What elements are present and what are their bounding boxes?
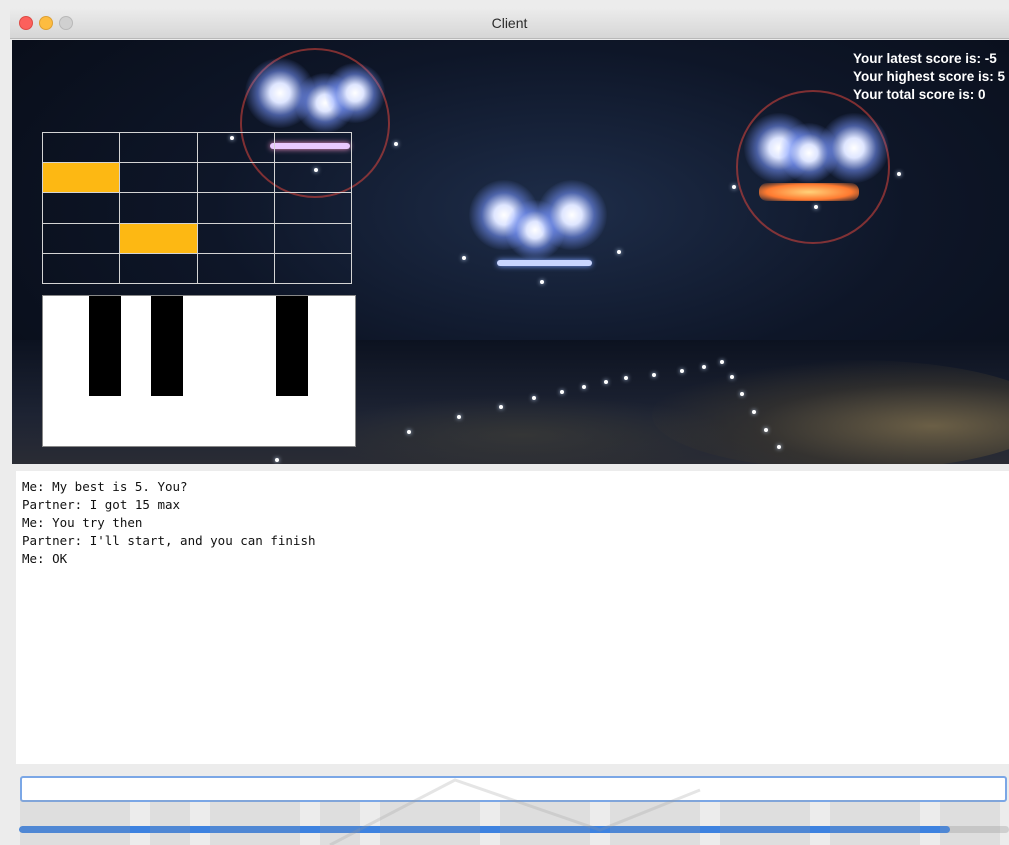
- grid-cell: [41, 252, 121, 285]
- runway-light: [582, 385, 586, 389]
- piano-black-key[interactable]: [276, 296, 308, 396]
- client-window: Client Your latest score is: -5 Your hig…: [10, 8, 1009, 845]
- note-grid: [41, 131, 353, 285]
- runway-light: [652, 373, 656, 377]
- grid-cell: [41, 192, 121, 224]
- piano-black-key[interactable]: [89, 296, 121, 396]
- progress-fill: [19, 826, 950, 833]
- chat-input[interactable]: [20, 776, 1007, 802]
- grid-cell: [196, 131, 275, 164]
- runway-light: [462, 256, 466, 260]
- grid-cell: [196, 252, 275, 285]
- runway-light: [814, 205, 818, 209]
- grid-cell: [273, 252, 353, 285]
- score-panel: Your latest score is: -5 Your highest sc…: [853, 50, 1005, 104]
- runway-light: [275, 458, 279, 462]
- piano-keyboard: [42, 295, 356, 447]
- runway-light: [720, 360, 724, 364]
- runway-light: [680, 369, 684, 373]
- chat-message: Me: OK: [22, 551, 68, 566]
- runway-light: [540, 280, 544, 284]
- runway-light: [407, 430, 411, 434]
- grid-cell: [41, 222, 121, 254]
- highest-score: Your highest score is: 5: [852, 69, 1005, 84]
- chat-message: Me: My best is 5. You?: [22, 479, 188, 494]
- runway-light: [560, 390, 564, 394]
- runway-light: [532, 396, 536, 400]
- runway-light: [457, 415, 461, 419]
- runway-light: [730, 375, 734, 379]
- runway-light: [897, 172, 901, 176]
- progress-bar: [19, 826, 1009, 833]
- grid-cell: [119, 162, 198, 194]
- grid-cell: [119, 252, 198, 285]
- chat-message: Me: You try then: [22, 515, 143, 530]
- runway-light: [617, 250, 621, 254]
- window-title: Client: [491, 15, 528, 31]
- grid-cell: [119, 192, 198, 224]
- runway-light: [499, 405, 503, 409]
- runway-light: [394, 142, 398, 146]
- runway-light: [732, 185, 736, 189]
- grid-cell: [119, 131, 198, 164]
- chat-log[interactable]: Me: My best is 5. You? Partner: I got 15…: [16, 471, 1009, 764]
- runway-light: [604, 380, 608, 384]
- latest-score: Your latest score is: -5: [852, 51, 997, 66]
- runway-light: [764, 428, 768, 432]
- grid-cell-active: [119, 222, 198, 254]
- runway-light: [752, 410, 756, 414]
- grid-cell: [273, 222, 353, 254]
- grid-cell: [41, 131, 121, 164]
- runway-light: [624, 376, 628, 380]
- chat-message: Partner: I got 15 max: [22, 497, 181, 512]
- grid-cell: [273, 131, 353, 164]
- grid-cell: [196, 192, 275, 224]
- runway-light: [702, 365, 706, 369]
- runway-light: [777, 445, 781, 449]
- title-bar: Client: [10, 8, 1009, 39]
- game-scene: Your latest score is: -5 Your highest sc…: [12, 40, 1009, 464]
- spaceship-light: [734, 88, 894, 248]
- total-score: Your total score is: 0: [852, 87, 986, 102]
- runway-light: [740, 392, 744, 396]
- piano-black-key[interactable]: [151, 296, 183, 396]
- grid-cell-active: [41, 162, 121, 194]
- chat-message: Partner: I'll start, and you can finish: [22, 533, 316, 548]
- grid-cell: [273, 162, 353, 194]
- grid-cell: [196, 222, 275, 254]
- grid-cell: [273, 192, 353, 224]
- grid-cell: [196, 162, 275, 194]
